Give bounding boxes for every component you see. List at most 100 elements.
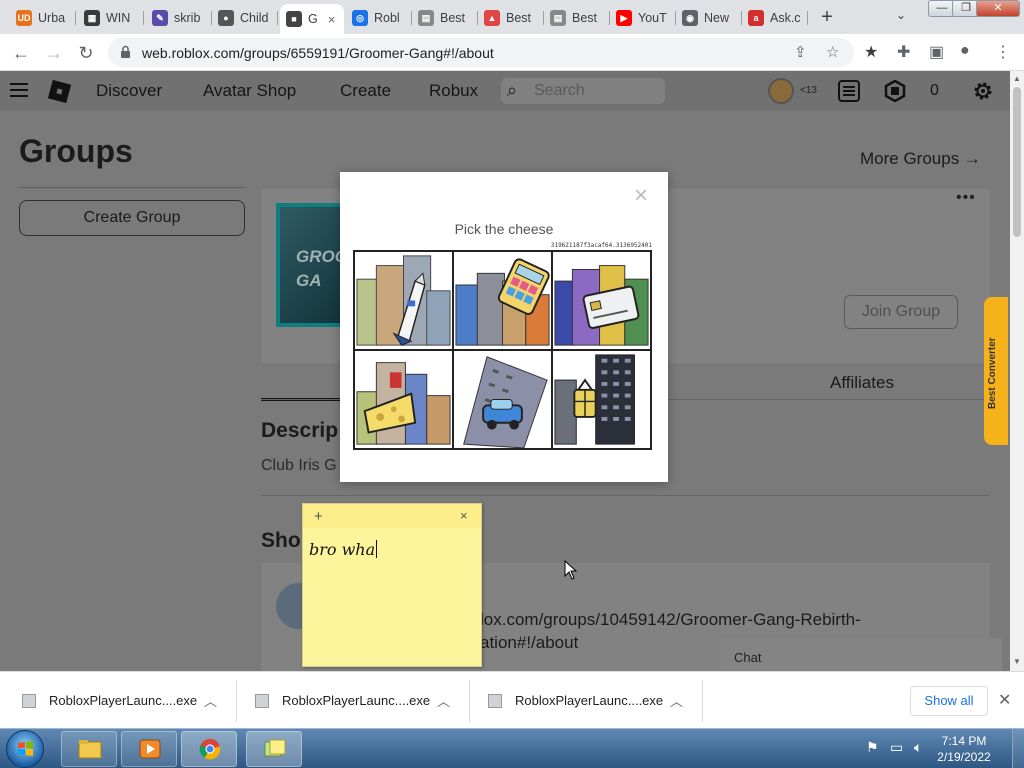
description-divider	[261, 495, 990, 496]
share-icon[interactable]: ⇪	[794, 43, 807, 61]
close-downloads-icon[interactable]: ✕	[998, 690, 1011, 710]
browser-tab[interactable]: UD Urba	[10, 4, 76, 32]
close-window-button[interactable]: ✕	[976, 0, 1020, 17]
sticky-notes-icon	[264, 739, 286, 757]
bookmarks-icon[interactable]: ★	[864, 42, 878, 62]
more-options-icon[interactable]: •••	[956, 189, 976, 207]
scrollbar-thumb[interactable]	[1013, 87, 1021, 237]
tab-label: skrib	[174, 11, 201, 25]
nav-avatar-shop[interactable]: Avatar Shop	[203, 81, 296, 101]
browser-tab[interactable]: a Ask.c	[742, 4, 808, 32]
add-note-icon[interactable]: +	[314, 508, 323, 525]
sticky-note-titlebar[interactable]: + ×	[303, 504, 481, 528]
captcha-option-lantern[interactable]	[552, 350, 651, 449]
browser-tab[interactable]: ▤ Best	[412, 4, 478, 32]
sticky-note[interactable]: + × bro wha	[302, 503, 482, 667]
close-tab-icon[interactable]: ×	[328, 12, 336, 27]
rocket-icon	[356, 255, 451, 346]
scroll-down-icon[interactable]: ▼	[1013, 657, 1021, 666]
download-divider	[469, 680, 470, 722]
show-all-downloads-button[interactable]: Show all	[910, 686, 988, 716]
search-input[interactable]: ⌕ Search	[501, 78, 665, 104]
settings-gear-icon[interactable]	[972, 80, 994, 102]
tab-affiliates[interactable]: Affiliates	[830, 373, 894, 393]
extensions-icon[interactable]: ✚	[897, 42, 910, 62]
close-note-icon[interactable]: ×	[460, 508, 468, 523]
best-converter-extension-tab[interactable]: Best Converter	[984, 297, 1008, 445]
chevron-up-icon[interactable]: ︿	[670, 691, 683, 710]
roblox-logo-icon[interactable]	[47, 79, 72, 104]
captcha-option-credit-card[interactable]	[552, 251, 651, 350]
captcha-option-cheese[interactable]	[354, 350, 453, 449]
lock-icon[interactable]	[120, 45, 131, 59]
hamburger-icon[interactable]	[10, 83, 28, 97]
taskbar-explorer[interactable]	[61, 731, 117, 767]
tab-label: Child	[240, 11, 269, 25]
robux-icon[interactable]	[884, 80, 906, 102]
download-filename: RobloxPlayerLaunc....exe	[49, 693, 198, 708]
tab-favicon-icon: ●	[218, 10, 234, 26]
profile-icon[interactable]: ●	[960, 42, 970, 60]
browser-tab[interactable]: ▲ Best	[478, 4, 544, 32]
network-icon[interactable]: ▭	[890, 739, 903, 756]
tab-label: Urba	[38, 11, 66, 25]
tab-label: G	[308, 12, 318, 26]
group-emblem: GROO GA	[276, 203, 348, 327]
close-icon[interactable]: ×	[631, 184, 651, 208]
menu-icon[interactable]: ⋮	[995, 42, 1011, 62]
browser-tab[interactable]: ◎ Robl	[346, 4, 412, 32]
page-scrollbar[interactable]: ▲ ▼	[1010, 71, 1024, 671]
robux-count: 0	[930, 82, 939, 99]
nav-discover[interactable]: Discover	[96, 81, 162, 101]
show-desktop-button[interactable]	[1012, 729, 1024, 768]
chrome-icon	[199, 738, 221, 760]
tab-search-button[interactable]: ⌄	[896, 8, 906, 22]
catalog-list-icon[interactable]	[838, 80, 860, 102]
age-badge: <13	[800, 85, 817, 96]
taskbar-sticky-notes[interactable]	[246, 731, 302, 767]
new-tab-button[interactable]: +	[815, 6, 839, 30]
side-panel-icon[interactable]: ▣	[929, 42, 944, 62]
scroll-up-icon[interactable]: ▲	[1013, 74, 1021, 83]
browser-tab[interactable]: ✎ skrib	[146, 4, 212, 32]
browser-tab[interactable]: ▶ YouT	[610, 4, 676, 32]
captcha-option-car[interactable]	[453, 350, 552, 449]
browser-tab[interactable]: ▤ Best	[544, 4, 610, 32]
forward-icon[interactable]: →	[41, 40, 67, 66]
taskbar-chrome[interactable]	[181, 731, 237, 767]
more-groups-link[interactable]: More Groups →	[860, 149, 981, 169]
nav-create[interactable]: Create	[340, 81, 391, 101]
join-group-button[interactable]: Join Group	[844, 295, 958, 329]
browser-tab[interactable]: ■ G ×	[280, 4, 344, 34]
tab-favicon-icon: ▦	[84, 10, 100, 26]
start-button[interactable]	[6, 730, 44, 768]
captcha-option-rocket[interactable]	[354, 251, 453, 350]
volume-icon[interactable]: 🔈︎	[914, 739, 922, 756]
taskbar-media-player[interactable]	[121, 731, 177, 767]
bookmark-star-icon[interactable]: ☆	[826, 43, 839, 61]
download-filename: RobloxPlayerLaunc....exe	[282, 693, 431, 708]
browser-tab[interactable]: ● Child	[212, 4, 278, 32]
tab-favicon-icon: ▶	[616, 10, 632, 26]
car-icon	[463, 356, 548, 448]
sticky-note-text[interactable]: bro wha	[309, 540, 378, 559]
back-icon[interactable]: ←	[8, 40, 34, 66]
browser-tab[interactable]: ◉ New	[676, 4, 742, 32]
tab-favicon-icon: ◉	[682, 10, 698, 26]
reload-icon[interactable]: ↻	[73, 40, 99, 66]
nav-robux[interactable]: Robux	[429, 81, 478, 101]
avatar[interactable]	[768, 78, 794, 104]
captcha-grid	[353, 250, 652, 450]
chevron-up-icon[interactable]: ︿	[204, 691, 217, 710]
url-text[interactable]: web.roblox.com/groups/6559191/Groomer-Ga…	[142, 45, 494, 61]
address-bar[interactable]: web.roblox.com/groups/6559191/Groomer-Ga…	[108, 38, 854, 67]
chevron-up-icon[interactable]: ︿	[437, 691, 450, 710]
action-center-flag-icon[interactable]: ⚑	[866, 739, 879, 756]
mouse-cursor-icon	[564, 560, 578, 580]
create-group-button[interactable]: Create Group	[19, 200, 245, 236]
chat-bar[interactable]: Chat	[720, 638, 1002, 671]
browser-tab[interactable]: ▦ WIN	[78, 4, 144, 32]
system-clock[interactable]: 7:14 PM 2/19/2022	[930, 733, 998, 765]
sidebar-divider	[19, 187, 245, 188]
captcha-option-calculator[interactable]	[453, 251, 552, 350]
